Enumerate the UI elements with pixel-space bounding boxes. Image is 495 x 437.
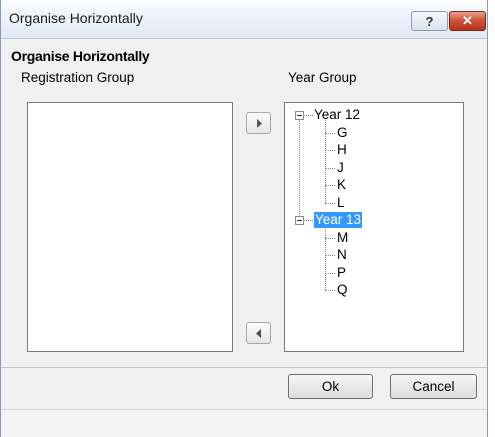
close-button[interactable]: ✕: [449, 11, 486, 31]
tree-connector: [325, 120, 326, 203]
tree-connector: [325, 290, 335, 291]
registration-group-list[interactable]: [27, 102, 233, 352]
tree-node-registration-group[interactable]: J: [337, 160, 344, 176]
tree-connector: [304, 115, 313, 116]
window-title: Organise Horizontally: [9, 10, 143, 26]
status-strip: [1, 409, 487, 437]
help-button[interactable]: ?: [411, 11, 448, 31]
title-bar[interactable]: Organise Horizontally ? ✕: [1, 0, 487, 39]
tree-connector: [325, 132, 335, 134]
tree-node-registration-group[interactable]: G: [337, 125, 348, 141]
tree-connector: [304, 220, 313, 221]
tree-connector: [325, 225, 326, 290]
tree-node-registration-group[interactable]: K: [337, 177, 346, 193]
cancel-button[interactable]: Cancel: [390, 374, 477, 399]
tree-node-year-group[interactable]: Year 13: [314, 212, 363, 228]
move-right-button[interactable]: [246, 112, 271, 134]
triangle-right-icon: [256, 118, 262, 128]
tree-connector: [325, 237, 335, 239]
tree-connector: [325, 272, 335, 274]
footer-divider: [1, 367, 487, 368]
organise-horizontally-dialog: Organise Horizontally ? ✕ Organise Horiz…: [0, 0, 488, 437]
tree-expander-icon[interactable]: [295, 111, 304, 120]
help-icon: ?: [425, 13, 434, 29]
tree-connector: [299, 120, 300, 216]
year-group-label: Year Group: [288, 70, 357, 85]
tree-connector: [325, 150, 335, 151]
tree-node-registration-group[interactable]: H: [337, 142, 347, 158]
tree-connector: [325, 167, 335, 169]
triangle-left-icon: [255, 328, 261, 338]
move-left-button[interactable]: [246, 322, 271, 344]
tree-connector: [325, 255, 335, 256]
tree-connector: [325, 185, 335, 186]
tree-node-registration-group[interactable]: L: [337, 195, 345, 211]
section-title: Organise Horizontally: [11, 48, 150, 64]
tree-connector: [325, 202, 335, 204]
year-group-tree[interactable]: Year 12 G H J K L Year 13 M N P Q: [284, 102, 464, 352]
tree-expander-icon[interactable]: [295, 216, 304, 225]
registration-group-label: Registration Group: [21, 70, 135, 85]
close-icon: ✕: [462, 13, 473, 28]
tree-node-registration-group[interactable]: Q: [337, 282, 348, 298]
tree-node-registration-group[interactable]: M: [337, 230, 348, 246]
tree-node-registration-group[interactable]: N: [337, 247, 347, 263]
tree-node-year-group[interactable]: Year 12: [314, 107, 360, 123]
tree-node-registration-group[interactable]: P: [337, 265, 346, 281]
ok-button[interactable]: Ok: [288, 374, 373, 399]
